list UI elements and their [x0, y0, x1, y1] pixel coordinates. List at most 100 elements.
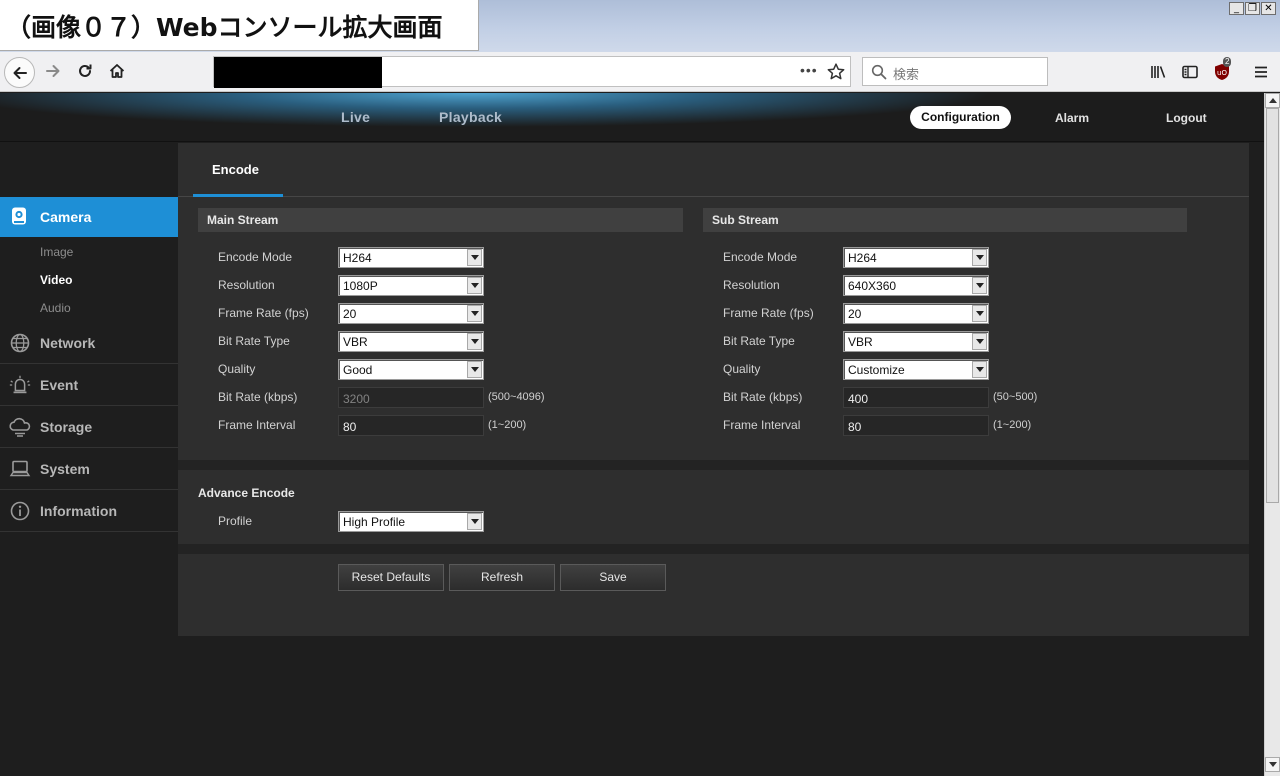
main-frame-interval-input[interactable]: 80 [338, 415, 484, 436]
tab-bar: Encode [178, 143, 1249, 197]
main-bit-rate-type-select[interactable]: VBR [338, 331, 484, 352]
scroll-down-button[interactable] [1265, 757, 1280, 772]
section-divider [178, 460, 1249, 470]
sidebar-label-storage: Storage [40, 419, 93, 435]
sub-stream-title: Sub Stream [712, 213, 779, 227]
main-encode-mode-label: Encode Mode [218, 250, 293, 264]
nav-alarm[interactable]: Alarm [1055, 111, 1089, 125]
advance-encode-title: Advance Encode [198, 486, 295, 500]
sidebar-subitem-image[interactable]: Image [40, 245, 73, 259]
camera-icon [12, 207, 26, 225]
sidebar-item-event[interactable]: Event [0, 364, 178, 406]
sidebar-item-system[interactable]: System [0, 448, 178, 490]
main-quality-select[interactable]: Good [338, 359, 484, 380]
redacted-url [214, 57, 382, 88]
main-frame-interval-label: Frame Interval [218, 418, 296, 432]
refresh-button[interactable]: Refresh [449, 564, 555, 591]
chevron-down-icon [972, 249, 987, 266]
sub-frame-interval-value: 80 [848, 420, 862, 434]
sub-frame-rate-label: Frame Rate (fps) [723, 306, 814, 320]
forward-icon [46, 65, 60, 77]
search-icon [871, 64, 887, 80]
chevron-down-icon [972, 277, 987, 294]
chevron-down-icon [467, 333, 482, 350]
window-controls: _ ❐ ✕ [1229, 2, 1276, 15]
system-computer-icon [8, 458, 32, 480]
main-bit-rate-input: 3200 [338, 387, 484, 408]
sidebar-item-storage[interactable]: Storage [0, 406, 178, 448]
sub-frame-interval-input[interactable]: 80 [843, 415, 989, 436]
search-input[interactable]: 検索 [862, 57, 1048, 86]
nav-configuration[interactable]: Configuration [910, 106, 1011, 129]
profile-select[interactable]: High Profile [338, 511, 484, 532]
sidebar-label-event: Event [40, 377, 79, 393]
sub-resolution-value: 640X360 [848, 279, 897, 293]
forward-button[interactable] [42, 60, 64, 82]
main-encode-mode-select[interactable]: H264 [338, 247, 484, 268]
address-bar[interactable]: ••• [213, 56, 851, 88]
library-button[interactable] [1148, 62, 1168, 82]
back-button[interactable] [4, 57, 35, 88]
save-button[interactable]: Save [560, 564, 666, 591]
image-caption: （画像０７）Webコンソール拡大画面 [6, 13, 443, 42]
sub-bit-rate-type-select[interactable]: VBR [843, 331, 989, 352]
minimize-button[interactable]: _ [1229, 2, 1244, 15]
main-bit-rate-type-value: VBR [343, 335, 368, 349]
sidebar-item-network[interactable]: Network [0, 322, 178, 364]
main-bit-rate-type-label: Bit Rate Type [218, 334, 290, 348]
page-actions-menu[interactable]: ••• [800, 62, 818, 78]
window-titlebar: （画像０７）Webコンソール拡大画面 _ ❐ ✕ [0, 0, 1280, 52]
nav-logout[interactable]: Logout [1166, 111, 1207, 125]
reset-defaults-button[interactable]: Reset Defaults [338, 564, 444, 591]
sidebar-item-camera[interactable]: Camera [0, 197, 188, 237]
main-encode-mode-value: H264 [343, 251, 372, 265]
section-divider [178, 544, 1249, 554]
sidebar-label-information: Information [40, 503, 117, 519]
sub-bit-rate-value: 400 [848, 392, 869, 406]
sub-quality-select[interactable]: Customize [843, 359, 989, 380]
sub-frame-rate-value: 20 [848, 307, 862, 321]
main-resolution-select[interactable]: 1080P [338, 275, 484, 296]
menu-button[interactable] [1251, 62, 1271, 82]
nav-playback[interactable]: Playback [439, 109, 502, 125]
main-frame-interval-value: 80 [343, 420, 357, 434]
ublock-button[interactable]: uO 2 [1212, 57, 1232, 82]
restore-button[interactable]: ❐ [1245, 2, 1260, 15]
information-icon [8, 500, 32, 522]
scroll-thumb[interactable] [1266, 108, 1279, 503]
nav-live[interactable]: Live [341, 109, 370, 125]
sidebar-subitem-video[interactable]: Video [40, 273, 72, 287]
back-icon [13, 66, 27, 79]
chevron-down-icon [972, 305, 987, 322]
tab-encode[interactable]: Encode [193, 143, 283, 197]
profile-value: High Profile [343, 515, 406, 529]
sidebar-button[interactable] [1180, 62, 1200, 82]
sub-bit-rate-type-value: VBR [848, 335, 873, 349]
sub-resolution-select[interactable]: 640X360 [843, 275, 989, 296]
scroll-up-button[interactable] [1265, 93, 1280, 108]
sidebar-icon [1182, 65, 1198, 79]
caption-box: （画像０７）Webコンソール拡大画面 [0, 0, 479, 51]
main-quality-value: Good [343, 363, 373, 377]
close-button[interactable]: ✕ [1261, 2, 1276, 15]
sub-stream-header: Sub Stream [703, 208, 1187, 232]
main-quality-label: Quality [218, 362, 256, 376]
bookmark-star-icon [827, 63, 845, 80]
menu-icon [1255, 66, 1267, 78]
encode-panel: Encode Main Stream Sub Stream Encode Mod… [178, 143, 1249, 636]
console-topnav: Live Playback Configuration Alarm Logout [0, 93, 1264, 142]
home-button[interactable] [106, 60, 128, 82]
page-scrollbar[interactable] [1264, 93, 1280, 776]
main-stream-title: Main Stream [207, 213, 279, 227]
sub-bit-rate-input[interactable]: 400 [843, 387, 989, 408]
main-frame-rate-select[interactable]: 20 [338, 303, 484, 324]
sub-encode-mode-select[interactable]: H264 [843, 247, 989, 268]
chevron-down-icon [972, 361, 987, 378]
sidebar-subitem-audio[interactable]: Audio [40, 301, 71, 315]
reload-button[interactable] [74, 60, 96, 82]
bookmark-star-button[interactable] [826, 62, 846, 85]
sidebar-item-information[interactable]: Information [0, 490, 178, 532]
svg-text:uO: uO [1217, 69, 1227, 77]
main-bit-rate-value: 3200 [343, 392, 370, 406]
sub-frame-rate-select[interactable]: 20 [843, 303, 989, 324]
